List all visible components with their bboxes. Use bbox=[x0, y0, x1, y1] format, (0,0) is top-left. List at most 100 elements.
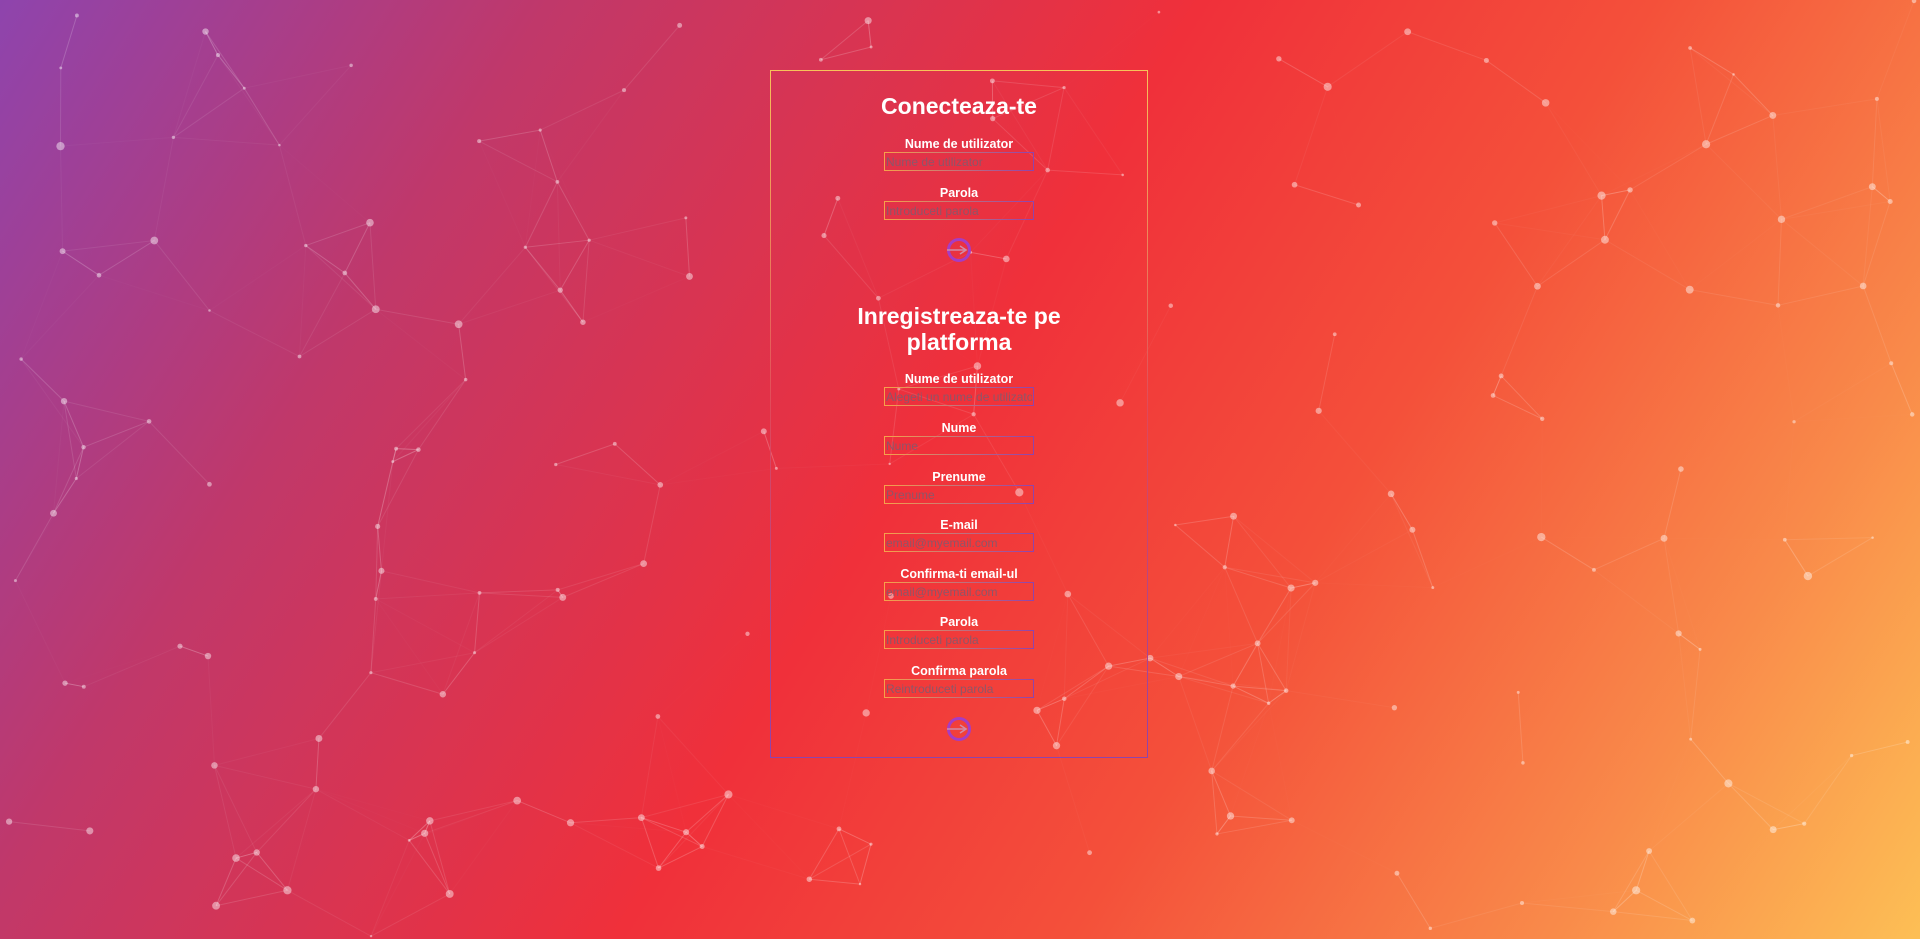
network-line bbox=[1294, 184, 1359, 206]
network-line bbox=[53, 446, 85, 514]
network-node bbox=[177, 643, 183, 649]
register-last-name-field: Nume bbox=[771, 421, 1147, 459]
register-email-input[interactable] bbox=[884, 533, 1034, 552]
login-password-input[interactable] bbox=[884, 201, 1034, 220]
network-line bbox=[1612, 850, 1650, 912]
login-title: Conecteaza-te bbox=[881, 93, 1037, 119]
network-line bbox=[1232, 643, 1259, 687]
network-node bbox=[1698, 647, 1702, 651]
network-line bbox=[214, 765, 258, 853]
network-line bbox=[474, 592, 481, 653]
login-submit-button[interactable] bbox=[947, 238, 971, 262]
network-line bbox=[1541, 536, 1595, 571]
network-line bbox=[377, 526, 382, 571]
network-line bbox=[809, 878, 861, 885]
network-node bbox=[1312, 579, 1319, 586]
network-line bbox=[381, 570, 480, 594]
network-line bbox=[614, 443, 661, 486]
network-line bbox=[377, 449, 419, 527]
network-node bbox=[1540, 416, 1545, 421]
register-password-confirm-input[interactable] bbox=[884, 679, 1034, 698]
network-line bbox=[345, 273, 459, 324]
register-last-name-input[interactable] bbox=[884, 436, 1034, 455]
network-node bbox=[1521, 761, 1525, 765]
network-node bbox=[342, 270, 348, 276]
network-node bbox=[655, 865, 662, 871]
network-line bbox=[1689, 47, 1707, 145]
network-node bbox=[407, 838, 411, 842]
network-line bbox=[429, 820, 451, 895]
network-node bbox=[204, 652, 212, 660]
network-node bbox=[1859, 282, 1867, 290]
network-line bbox=[1876, 0, 1915, 100]
network-node bbox=[1291, 181, 1298, 188]
network-node bbox=[1592, 567, 1596, 572]
network-line bbox=[1851, 741, 1908, 757]
network-line bbox=[1211, 770, 1293, 821]
network-line bbox=[1803, 755, 1853, 824]
network-line bbox=[305, 245, 346, 274]
network-node bbox=[612, 441, 617, 446]
login-username-field: Nume de utilizator bbox=[771, 137, 1147, 175]
network-node bbox=[1868, 183, 1876, 191]
login-username-input[interactable] bbox=[884, 152, 1034, 171]
network-node bbox=[416, 447, 421, 452]
network-node bbox=[56, 141, 65, 151]
network-line bbox=[1492, 394, 1543, 420]
network-line bbox=[557, 90, 624, 182]
network-line bbox=[1678, 633, 1692, 740]
network-node bbox=[207, 481, 212, 487]
network-node bbox=[1391, 705, 1398, 711]
network-line bbox=[658, 846, 703, 869]
network-node bbox=[1777, 215, 1786, 224]
network-node bbox=[1775, 303, 1781, 308]
network-line bbox=[210, 246, 306, 311]
network-line bbox=[525, 239, 590, 248]
network-line bbox=[1705, 143, 1782, 220]
network-line bbox=[1286, 690, 1395, 709]
register-username-input[interactable] bbox=[884, 387, 1034, 406]
network-line bbox=[1150, 642, 1258, 659]
network-node bbox=[683, 829, 690, 836]
network-node bbox=[349, 63, 353, 68]
network-line bbox=[1433, 537, 1542, 587]
network-node bbox=[454, 320, 463, 329]
network-node bbox=[1792, 420, 1796, 424]
network-line bbox=[1294, 86, 1329, 185]
network-line bbox=[375, 526, 379, 599]
network-node bbox=[421, 829, 429, 837]
network-line bbox=[1318, 334, 1336, 411]
register-password-input[interactable] bbox=[884, 630, 1034, 649]
network-line bbox=[235, 857, 288, 891]
register-username-field: Nume de utilizator bbox=[771, 372, 1147, 410]
network-line bbox=[1541, 419, 1542, 537]
network-node bbox=[171, 135, 176, 140]
network-node bbox=[1230, 512, 1238, 520]
network-line bbox=[300, 246, 306, 357]
network-line bbox=[20, 358, 65, 402]
network-line bbox=[1318, 410, 1392, 495]
register-email-confirm-input[interactable] bbox=[884, 582, 1034, 601]
network-line bbox=[375, 308, 459, 325]
network-node bbox=[554, 462, 558, 467]
register-first-name-input[interactable] bbox=[884, 485, 1034, 504]
network-line bbox=[556, 181, 590, 241]
network-line bbox=[1225, 567, 1233, 686]
network-line bbox=[479, 141, 525, 247]
network-line bbox=[370, 893, 450, 937]
network-node bbox=[366, 218, 374, 227]
register-password-confirm-label: Confirma parola bbox=[911, 664, 1007, 678]
network-node bbox=[1660, 534, 1668, 542]
network-node bbox=[655, 714, 661, 719]
network-line bbox=[279, 145, 370, 223]
register-submit-button[interactable] bbox=[947, 717, 971, 741]
network-line bbox=[318, 672, 372, 739]
network-line bbox=[1690, 649, 1701, 740]
network-line bbox=[424, 800, 518, 834]
network-line bbox=[1411, 529, 1434, 588]
network-node bbox=[86, 827, 94, 835]
network-node bbox=[1409, 526, 1416, 533]
network-line bbox=[60, 15, 78, 69]
network-line bbox=[1593, 569, 1679, 634]
network-node bbox=[1516, 690, 1520, 694]
